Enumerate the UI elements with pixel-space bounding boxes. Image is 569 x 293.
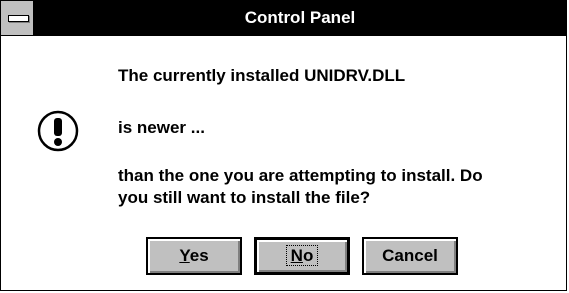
- exclamation-icon: [37, 110, 79, 152]
- message-line-1: The currently installed UNIDRV.DLL: [118, 66, 406, 85]
- message-line-3: than the one you are attempting to insta…: [118, 165, 483, 209]
- yes-button[interactable]: Yes: [146, 237, 242, 275]
- yes-button-label: es: [189, 246, 209, 265]
- message-line-3b: you still want to install the file?: [118, 188, 371, 207]
- dialog-title: Control Panel: [244, 8, 356, 27]
- message-line-3a: than the one you are attempting to insta…: [118, 166, 483, 185]
- system-menu-button[interactable]: [1, 1, 34, 35]
- no-button-focus-rect: No: [285, 245, 319, 266]
- cancel-button[interactable]: Cancel: [362, 237, 458, 275]
- message-dialog: Control Panel The currently installed UN…: [0, 0, 567, 291]
- no-button-label: o: [302, 246, 314, 265]
- no-button-mnemonic: N: [290, 246, 303, 265]
- yes-button-mnemonic: Y: [179, 246, 190, 265]
- message-line-2: is newer ...: [118, 118, 205, 137]
- title-bar: Control Panel: [1, 1, 566, 36]
- system-menu-icon: [8, 15, 29, 22]
- no-button[interactable]: No: [254, 237, 350, 275]
